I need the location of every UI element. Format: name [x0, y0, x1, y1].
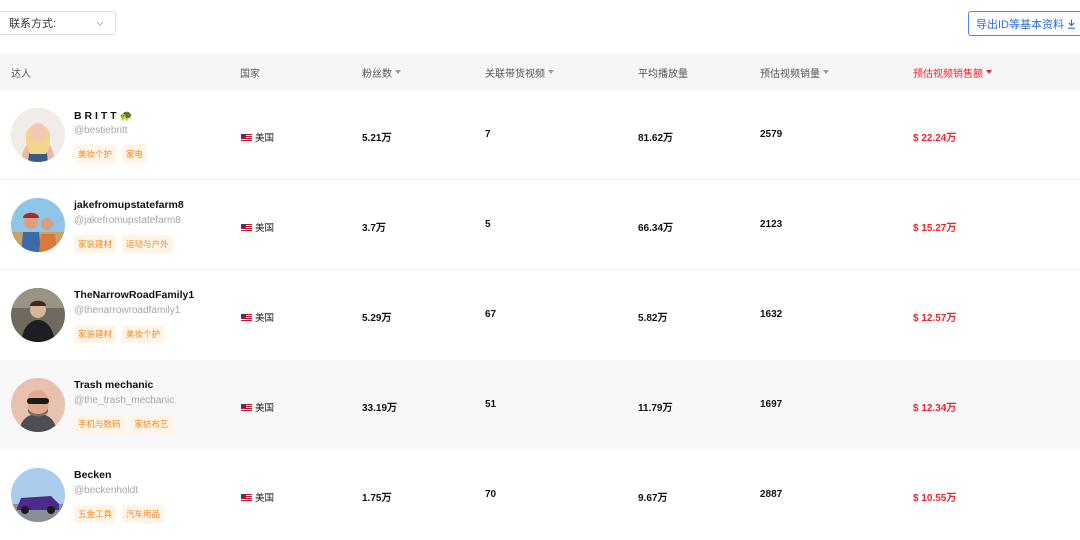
creator-name[interactable]: Trash mechanic — [74, 379, 153, 391]
sort-down-icon — [823, 70, 829, 74]
us-flag-icon — [241, 313, 252, 321]
table-row[interactable]: TheNarrowRoadFamily1 @thenarrowroadfamil… — [0, 270, 1080, 360]
country-cell: 美国 — [241, 310, 274, 324]
us-flag-icon — [241, 493, 252, 501]
est-revenue-cell: $ 22.24万 — [913, 133, 957, 144]
creator-handle: @bestiebritt — [74, 125, 128, 136]
country-cell: 美国 — [241, 490, 274, 504]
column-header-country: 国家 — [240, 68, 260, 80]
table-header: 达人 国家 粉丝数 关联带货视频 平均播放量 预估视频销量 预估视频销售额 — [0, 54, 1080, 90]
export-button-label: 导出ID等基本资料 — [976, 18, 1064, 31]
category-tag: 五金工具 — [74, 505, 117, 523]
avatar[interactable] — [11, 108, 65, 162]
est-sales-cell: 2887 — [760, 489, 783, 500]
category-tags: 手机与数码 家纺布艺 — [74, 415, 173, 433]
avg-views-cell: 9.67万 — [638, 493, 668, 504]
column-header-followers[interactable]: 粉丝数 — [362, 54, 401, 90]
column-header-linked-videos[interactable]: 关联带货视频 — [485, 54, 554, 90]
column-header-est-sales[interactable]: 预估视频销量 — [760, 54, 829, 90]
category-tags: 美妆个护 家电 — [74, 145, 148, 163]
category-tag: 美妆个护 — [122, 325, 165, 343]
sort-down-icon — [548, 70, 554, 74]
category-tag: 手机与数码 — [74, 415, 125, 433]
chevron-down-icon — [96, 21, 104, 26]
linked-videos-cell: 70 — [485, 489, 497, 500]
avg-views-cell: 5.82万 — [638, 313, 668, 324]
category-tags: 家装建材 美妆个护 — [74, 325, 165, 343]
contact-method-label: 联系方式: — [9, 18, 57, 30]
category-tag: 运动与户外 — [122, 235, 173, 253]
followers-cell: 5.21万 — [362, 133, 392, 144]
table-row[interactable]: Becken @beckenholdt 五金工具 汽车用品 美国 1.75万 7… — [0, 450, 1080, 540]
est-revenue-cell: $ 10.55万 — [913, 493, 957, 504]
table-row[interactable]: B R I T T 🐢 @bestiebritt 美妆个护 家电 美国 5.21… — [0, 90, 1080, 180]
est-sales-cell: 2123 — [760, 219, 783, 230]
avg-views-cell: 81.62万 — [638, 133, 674, 144]
category-tag: 家装建材 — [74, 235, 117, 253]
country-cell: 美国 — [241, 220, 274, 234]
export-basic-info-button[interactable]: 导出ID等基本资料 — [968, 11, 1080, 36]
creator-handle: @thenarrowroadfamily1 — [74, 305, 181, 316]
creator-name[interactable]: Becken — [74, 469, 111, 481]
avg-views-cell: 66.34万 — [638, 223, 674, 234]
table-row[interactable]: Trash mechanic @the_trash_mechanic 手机与数码… — [0, 360, 1080, 450]
contact-method-select[interactable]: 联系方式: — [0, 11, 116, 35]
linked-videos-cell: 51 — [485, 399, 497, 410]
followers-cell: 3.7万 — [362, 223, 386, 234]
linked-videos-cell: 67 — [485, 309, 497, 320]
followers-cell: 5.29万 — [362, 313, 392, 324]
category-tags: 五金工具 汽车用品 — [74, 505, 165, 523]
avatar[interactable] — [11, 288, 65, 342]
category-tag: 汽车用品 — [122, 505, 165, 523]
category-tag: 家纺布艺 — [130, 415, 173, 433]
avg-views-cell: 11.79万 — [638, 403, 673, 414]
creator-name[interactable]: jakefromupstatefarm8 — [74, 199, 184, 211]
est-revenue-cell: $ 12.57万 — [913, 313, 957, 324]
linked-videos-cell: 5 — [485, 219, 491, 230]
column-header-creator: 达人 — [11, 68, 31, 80]
creator-handle: @the_trash_mechanic — [74, 395, 175, 406]
est-revenue-cell: $ 15.27万 — [913, 223, 957, 234]
download-icon — [1068, 19, 1075, 29]
est-sales-cell: 1632 — [760, 309, 783, 320]
avatar[interactable] — [11, 468, 65, 522]
country-cell: 美国 — [241, 400, 274, 414]
avatar[interactable] — [11, 378, 65, 432]
column-header-est-revenue[interactable]: 预估视频销售额 — [913, 54, 992, 90]
followers-cell: 33.19万 — [362, 403, 398, 414]
est-revenue-cell: $ 12.34万 — [913, 403, 957, 414]
us-flag-icon — [241, 223, 252, 231]
category-tag: 家装建材 — [74, 325, 117, 343]
category-tag: 家电 — [122, 145, 148, 163]
avatar[interactable] — [11, 198, 65, 252]
est-sales-cell: 2579 — [760, 129, 783, 140]
us-flag-icon — [241, 403, 252, 411]
toolbar: 联系方式: 导出ID等基本资料 — [0, 0, 1080, 50]
column-header-avg-views: 平均播放量 — [638, 68, 688, 80]
sort-down-icon — [395, 70, 401, 74]
linked-videos-cell: 7 — [485, 129, 491, 140]
category-tag: 美妆个护 — [74, 145, 117, 163]
creator-handle: @jakefromupstatefarm8 — [74, 215, 181, 226]
table-row[interactable]: jakefromupstatefarm8 @jakefromupstatefar… — [0, 180, 1080, 270]
category-tags: 家装建材 运动与户外 — [74, 235, 173, 253]
us-flag-icon — [241, 133, 252, 141]
est-sales-cell: 1697 — [760, 399, 783, 410]
creator-handle: @beckenholdt — [74, 485, 139, 496]
followers-cell: 1.75万 — [362, 493, 392, 504]
creator-name[interactable]: B R I T T 🐢 — [74, 109, 133, 122]
creator-name[interactable]: TheNarrowRoadFamily1 — [74, 289, 194, 301]
sort-down-icon-active — [986, 70, 992, 74]
country-cell: 美国 — [241, 130, 274, 144]
